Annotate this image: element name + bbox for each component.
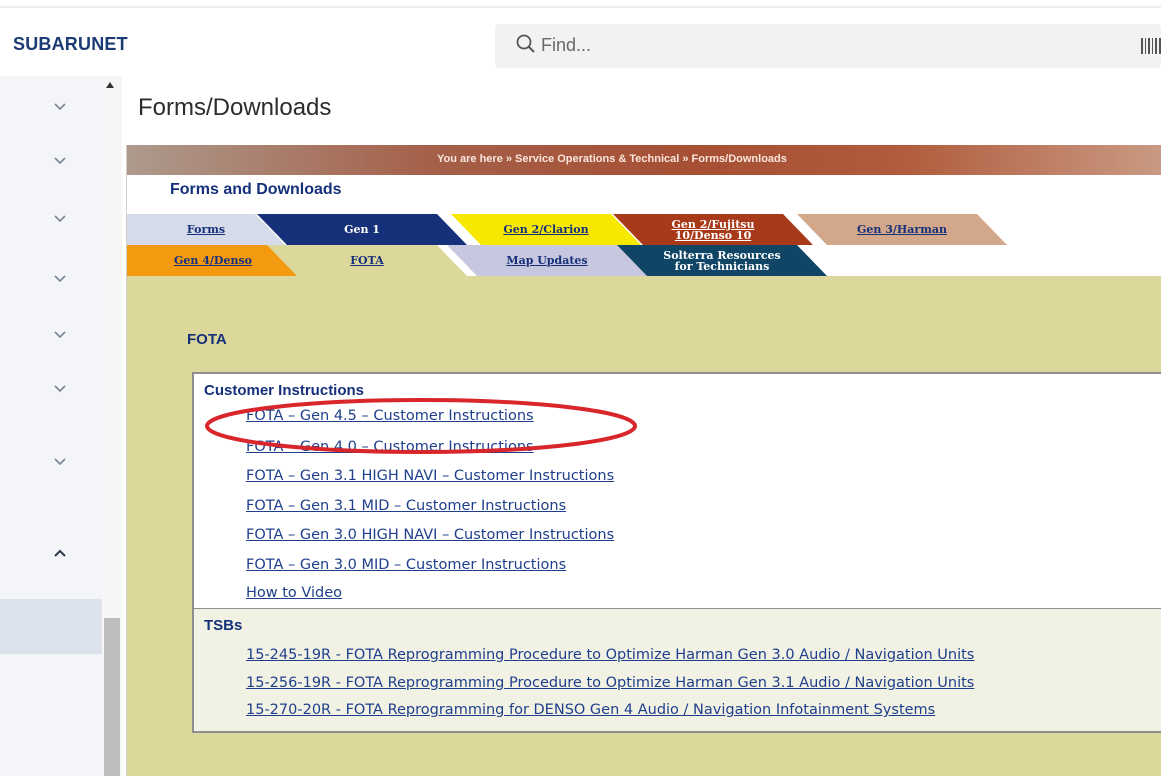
tab-strip-bg	[427, 175, 1161, 214]
tab-solterra-resources[interactable]: Solterra Resources for Technicians	[617, 245, 827, 276]
instruction-link[interactable]: FOTA – Gen 3.1 HIGH NAVI – Customer Inst…	[246, 468, 614, 484]
scrollbar-thumb[interactable]	[104, 618, 120, 776]
how-to-video-link[interactable]: How to Video	[246, 585, 342, 601]
tab-gen1-label[interactable]: Gen 1	[344, 224, 380, 235]
instruction-link[interactable]: FOTA – Gen 3.0 HIGH NAVI – Customer Inst…	[246, 527, 614, 543]
sidebar-active-item[interactable]	[0, 599, 102, 654]
breadcrumb: You are here » Service Operations & Tech…	[437, 153, 787, 165]
section-heading: FOTA	[187, 331, 227, 348]
tab-map-updates-label[interactable]: Map Updates	[506, 255, 587, 266]
highlight-annotation	[205, 398, 637, 454]
tab-gen2-fujitsu-line1[interactable]: Gen 2/Fujitsu	[672, 219, 755, 230]
brand-logo[interactable]: SUBARUNET	[13, 34, 128, 55]
tsbs-panel: TSBs 15-245-19R - FOTA Reprogramming Pro…	[192, 608, 1161, 733]
tab-map-updates[interactable]: Map Updates	[447, 245, 647, 276]
search-bar[interactable]: Find...	[495, 24, 1161, 68]
chevron-down-icon[interactable]	[52, 102, 68, 112]
tab-solterra-line1[interactable]: Solterra Resources	[663, 250, 780, 261]
header-tab-label: Forms and Downloads	[170, 181, 342, 198]
instruction-link[interactable]: FOTA – Gen 3.0 MID – Customer Instructio…	[246, 557, 566, 573]
tab-gen2-clarion[interactable]: Gen 2/Clarion	[451, 214, 641, 245]
tab-fota-label[interactable]: FOTA	[350, 255, 384, 266]
tab-gen1[interactable]: Gen 1	[257, 214, 467, 245]
app-header: SUBARUNET Find...	[0, 10, 1161, 76]
left-sidebar	[0, 76, 102, 776]
tab-solterra-line2[interactable]: for Technicians	[675, 261, 770, 272]
breadcrumb-banner: You are here » Service Operations & Tech…	[127, 145, 1161, 177]
chevron-down-icon[interactable]	[52, 330, 68, 340]
tsb-link[interactable]: 15-256-19R - FOTA Reprogramming Procedur…	[246, 675, 974, 691]
instruction-link[interactable]: FOTA – Gen 3.1 MID – Customer Instructio…	[246, 498, 566, 514]
search-input[interactable]: Find...	[541, 35, 591, 56]
tab-gen4-denso-label[interactable]: Gen 4/Denso	[174, 255, 252, 266]
chevron-up-icon[interactable]	[52, 548, 68, 558]
chevron-down-icon[interactable]	[52, 214, 68, 224]
search-icon[interactable]	[515, 33, 537, 55]
chevron-down-icon[interactable]	[52, 156, 68, 166]
tab-fota[interactable]: FOTA	[267, 245, 467, 276]
tab-gen2-fujitsu[interactable]: Gen 2/Fujitsu 10/Denso 10	[613, 214, 813, 245]
tab-gen3-harman[interactable]: Gen 3/Harman	[797, 214, 1007, 245]
chevron-down-icon[interactable]	[52, 457, 68, 467]
tsbs-title: TSBs	[204, 617, 243, 634]
top-border	[0, 0, 1161, 8]
barcode-icon[interactable]	[1141, 38, 1161, 54]
tsb-link[interactable]: 15-270-20R - FOTA Reprogramming for DENS…	[246, 702, 935, 718]
chevron-down-icon[interactable]	[52, 384, 68, 394]
tab-forms-label[interactable]: Forms	[187, 224, 225, 235]
page-title: Forms/Downloads	[138, 94, 332, 121]
tab-gen3-harman-label[interactable]: Gen 3/Harman	[857, 224, 947, 235]
tab-gen2-clarion-label[interactable]: Gen 2/Clarion	[503, 224, 588, 235]
tab-gen2-fujitsu-line2[interactable]: 10/Denso 10	[675, 230, 752, 241]
tsb-link[interactable]: 15-245-19R - FOTA Reprogramming Procedur…	[246, 647, 974, 663]
chevron-down-icon[interactable]	[52, 274, 68, 284]
content-frame: You are here » Service Operations & Tech…	[126, 145, 1161, 776]
scroll-up-arrow-icon[interactable]	[106, 82, 114, 88]
